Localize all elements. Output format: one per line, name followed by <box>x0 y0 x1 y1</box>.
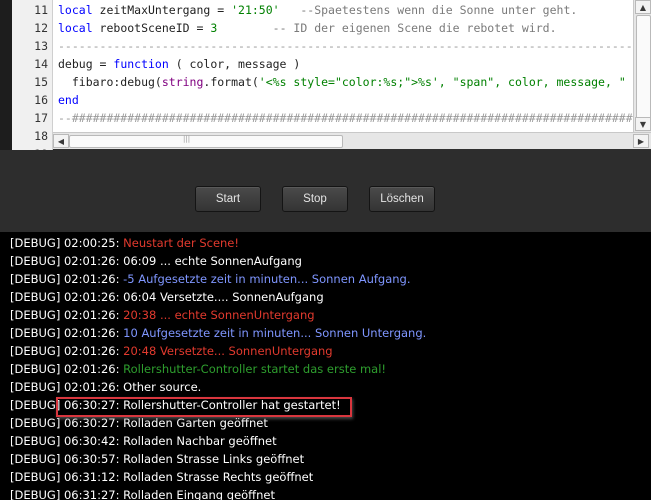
log-message: 10 Aufgesetzte zeit in minuten... Sonnen… <box>123 326 427 340</box>
log-prefix: [DEBUG] 02:01:26: <box>10 272 124 286</box>
line-number: 12 <box>34 21 48 35</box>
horizontal-scrollbar[interactable]: ◀ ||| ▶ <box>53 132 651 149</box>
line-number: 16 <box>34 93 48 107</box>
log-line: [DEBUG] 06:30:57: Rolladen Strasse Links… <box>10 450 304 468</box>
code-token: --Spaetestens wenn die Sonne unter geht. <box>300 3 578 17</box>
log-prefix: [DEBUG] 06:30:27: <box>10 416 124 430</box>
vertical-scroll-thumb[interactable] <box>636 15 651 125</box>
log-line: [DEBUG] 02:01:26: 20:48 Versetzte... Son… <box>10 342 333 360</box>
code-token: ( color, message ) <box>168 57 301 71</box>
log-message: Rolladen Strasse Links geöffnet <box>123 452 305 466</box>
line-number: 13 <box>34 39 48 53</box>
start-button[interactable]: Start <box>195 186 261 212</box>
log-message: Other source. <box>123 380 202 394</box>
log-prefix: [DEBUG] 02:01:26: <box>10 362 124 376</box>
log-message: Rollershutter-Controller hat gestartet! <box>123 398 341 412</box>
code-token: rebootSceneID = <box>99 21 211 35</box>
log-message: 20:38 ... echte SonnenUntergang <box>123 308 315 322</box>
code-area[interactable]: local zeitMaxUntergang = '21:50' --Spaet… <box>53 0 633 132</box>
scroll-grip-icon: ||| <box>183 135 191 143</box>
vertical-scrollbar[interactable]: ▲ ▼ <box>633 0 651 132</box>
log-line: [DEBUG] 06:30:42: Rolladen Nachbar geöff… <box>10 432 277 450</box>
code-token: '21:50' <box>231 3 280 17</box>
log-prefix: [DEBUG] 02:00:25: <box>10 236 124 250</box>
horizontal-scroll-thumb[interactable] <box>69 135 343 148</box>
log-prefix: [DEBUG] 06:31:12: <box>10 470 124 484</box>
scroll-right-arrow-icon[interactable]: ▶ <box>633 134 649 148</box>
log-message: Neustart der Scene! <box>123 236 239 250</box>
log-prefix: [DEBUG] 02:01:26: <box>10 344 124 358</box>
code-token: zeitMaxUntergang = <box>99 3 232 17</box>
log-line: [DEBUG] 06:30:27: Rollershutter-Controll… <box>10 396 341 414</box>
code-line: ----------------------------------------… <box>58 37 633 55</box>
log-message: Rolladen Strasse Rechts geöffnet <box>123 470 314 484</box>
line-number: 15 <box>34 75 48 89</box>
code-token: string <box>161 75 204 89</box>
code-token: --######################################… <box>58 111 633 125</box>
log-line: [DEBUG] 02:01:26: 06:09 ... echte Sonnen… <box>10 252 302 270</box>
log-prefix: [DEBUG] 06:30:27: <box>10 398 124 412</box>
code-token: fibaro:debug( <box>58 75 162 89</box>
scene-toolbar: Start Stop Löschen <box>0 150 651 232</box>
code-token: -- ID der eigenen Scene die rebotet wird… <box>272 21 557 35</box>
line-number: 11 <box>34 3 48 17</box>
code-line: local zeitMaxUntergang = '21:50' --Spaet… <box>58 1 577 19</box>
log-message: Rollershutter-Controller startet das ers… <box>123 362 386 376</box>
code-editor[interactable]: 11121314151617181920 local zeitMaxUnterg… <box>12 0 651 150</box>
line-number: 17 <box>34 111 48 125</box>
log-line: [DEBUG] 02:01:26: 20:38 ... echte Sonnen… <box>10 306 315 324</box>
log-message: 20:48 Versetzte... SonnenUntergang <box>123 344 333 358</box>
scroll-down-arrow-icon[interactable]: ▼ <box>635 117 651 131</box>
log-line: [DEBUG] 02:00:25: Neustart der Scene! <box>10 234 239 252</box>
log-line: [DEBUG] 02:01:26: 06:04 Versetzte.... So… <box>10 288 324 306</box>
log-line: [DEBUG] 06:31:27: Rolladen Eingang geöff… <box>10 486 275 500</box>
log-line: [DEBUG] 02:01:26: -5 Aufgesetzte zeit in… <box>10 270 411 288</box>
code-line: local rebootSceneID = 3 -- ID der eigene… <box>58 19 557 37</box>
log-message: Rolladen Eingang geöffnet <box>123 488 275 500</box>
log-line: [DEBUG] 02:01:26: Other source. <box>10 378 201 396</box>
clear-button[interactable]: Löschen <box>369 186 435 212</box>
log-message: 06:04 Versetzte.... SonnenAufgang <box>123 290 324 304</box>
code-line: fibaro:debug(string.format('<%s style="c… <box>58 73 626 91</box>
code-editor-frame: 11121314151617181920 local zeitMaxUnterg… <box>0 0 651 150</box>
log-message: -5 Aufgesetzte zeit in minuten... Sonnen… <box>123 272 411 286</box>
stop-button[interactable]: Stop <box>282 186 348 212</box>
log-prefix: [DEBUG] 02:01:26: <box>10 326 124 340</box>
log-line: [DEBUG] 06:31:12: Rolladen Strasse Recht… <box>10 468 313 486</box>
code-token: '<%s style="color:%s;">%s', "span", colo… <box>258 75 626 89</box>
line-number-gutter: 11121314151617181920 <box>12 0 53 150</box>
log-prefix: [DEBUG] 02:01:26: <box>10 290 124 304</box>
code-token: .format( <box>203 75 259 89</box>
code-token: function <box>113 57 169 71</box>
debug-console[interactable]: [DEBUG] 02:00:25: Neustart der Scene! [DE… <box>0 232 651 500</box>
line-number: 14 <box>34 57 48 71</box>
code-token: local <box>58 21 100 35</box>
log-prefix: [DEBUG] 02:01:26: <box>10 308 124 322</box>
log-line: [DEBUG] 02:01:26: 10 Aufgesetzte zeit in… <box>10 324 426 342</box>
code-line: debug = function ( color, message ) <box>58 55 300 73</box>
log-message: 06:09 ... echte SonnenAufgang <box>123 254 302 268</box>
code-token: end <box>58 93 79 107</box>
log-prefix: [DEBUG] 06:30:57: <box>10 452 124 466</box>
line-number: 18 <box>34 129 48 143</box>
log-prefix: [DEBUG] 06:30:42: <box>10 434 124 448</box>
log-prefix: [DEBUG] 06:31:27: <box>10 488 124 500</box>
log-message: Rolladen Nachbar geöffnet <box>123 434 277 448</box>
log-line: [DEBUG] 06:30:27: Rolladen Garten geöffn… <box>10 414 268 432</box>
code-token: ----------------------------------------… <box>58 39 633 53</box>
scroll-up-arrow-icon[interactable]: ▲ <box>635 0 651 14</box>
code-token: local <box>58 3 100 17</box>
log-line: [DEBUG] 02:01:26: Rollershutter-Controll… <box>10 360 386 378</box>
scroll-left-arrow-icon[interactable]: ◀ <box>53 134 69 148</box>
log-message: Rolladen Garten geöffnet <box>123 416 268 430</box>
code-line: --######################################… <box>58 109 633 127</box>
code-line: end <box>58 91 79 109</box>
log-prefix: [DEBUG] 02:01:26: <box>10 380 124 394</box>
code-token: debug = <box>58 57 114 71</box>
log-prefix: [DEBUG] 02:01:26: <box>10 254 124 268</box>
